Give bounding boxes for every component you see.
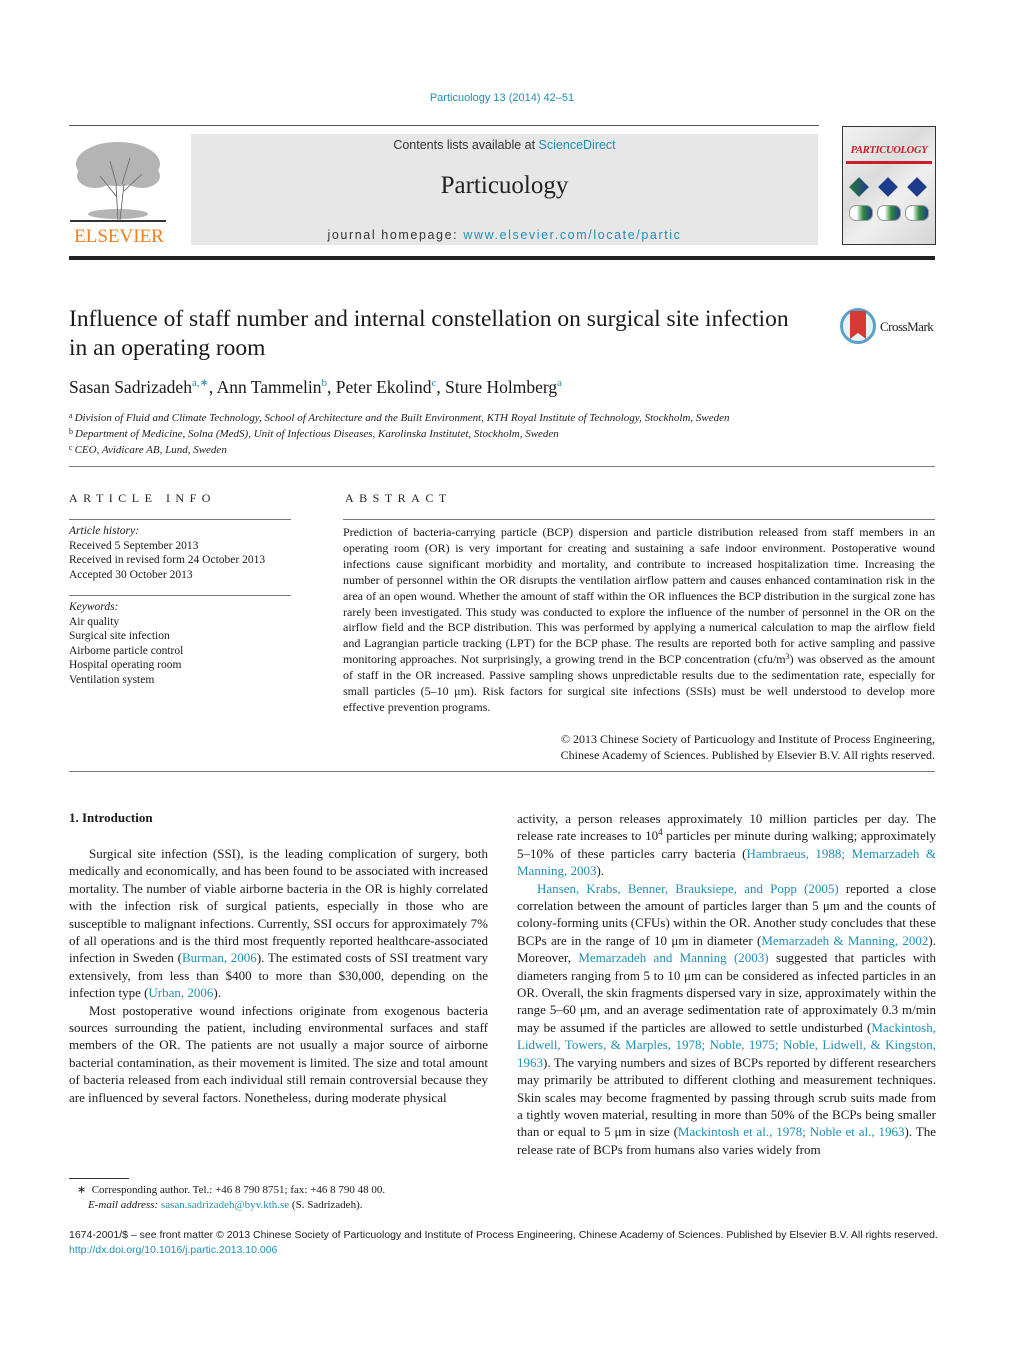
cover-pill-icon <box>849 205 873 221</box>
history-item: Received 5 September 2013 <box>69 539 199 552</box>
cover-chevron-icon <box>849 177 871 193</box>
history-item: Received in revised form 24 October 2013 <box>69 554 266 566</box>
abstract-text: Prediction of bacteria-carrying particle… <box>343 525 935 716</box>
divider <box>69 771 935 772</box>
contents-prefix: Contents lists available at <box>393 138 539 152</box>
paragraph: Surgical site infection (SSI), is the le… <box>69 846 488 1001</box>
keyword-item: Surgical site infection <box>69 630 170 642</box>
divider <box>69 595 291 596</box>
affiliation-key: b <box>69 427 73 436</box>
citation-link[interactable]: Memarzadeh & Manning, 2002 <box>761 933 928 948</box>
cover-red-bar <box>846 161 932 164</box>
keywords-label: Keywords: <box>69 601 119 613</box>
abstract-heading: ABSTRACT <box>345 491 452 505</box>
email-label: E-mail address: <box>88 1199 159 1211</box>
page-footer: 1674-2001/$ – see front matter © 2013 Ch… <box>69 1228 938 1257</box>
cover-chevron-row <box>849 177 929 197</box>
footnote-divider <box>69 1178 129 1179</box>
author-affiliation-marker[interactable]: a,∗ <box>192 377 209 389</box>
author-name[interactable]: Ann Tammelin <box>217 377 322 397</box>
citation-link[interactable]: Urban, 2006 <box>148 985 213 1000</box>
paragraph: activity, a person releases approximatel… <box>517 811 937 879</box>
elsevier-tree-icon <box>70 142 166 222</box>
corresponding-author-note: Corresponding author. Tel.: +46 8 790 87… <box>91 1184 386 1196</box>
citation-link[interactable]: Mackintosh et al., 1978; Noble et al., 1… <box>678 1124 905 1139</box>
header-divider <box>69 125 819 126</box>
journal-citation[interactable]: Particuology 13 (2014) 42–51 <box>0 92 1004 104</box>
author-list: Sasan Sadrizadeha,∗, Ann Tammelinb, Pete… <box>69 377 563 397</box>
elsevier-logo[interactable]: ELSEVIER <box>68 134 170 247</box>
journal-cover-thumbnail[interactable]: PARTICUOLOGY <box>842 126 936 245</box>
doi-link[interactable]: http://dx.doi.org/10.1016/j.partic.2013.… <box>69 1243 938 1258</box>
email-link[interactable]: sasan.sadrizadeh@byv.kth.se <box>161 1199 289 1211</box>
author-name[interactable]: Sasan Sadrizadeh <box>69 377 192 397</box>
article-info-heading: ARTICLE INFO <box>69 491 216 505</box>
author-affiliation-marker[interactable]: c <box>432 377 437 389</box>
keywords: Keywords: Air quality Surgical site infe… <box>69 600 183 687</box>
citation-link[interactable]: Burman, 2006 <box>182 950 257 965</box>
journal-homepage-link[interactable]: www.elsevier.com/locate/partic <box>463 228 681 242</box>
paragraph: Most postoperative wound infections orig… <box>69 1002 488 1105</box>
cover-pill-icon <box>877 205 901 221</box>
article-history: Article history: Received 5 September 20… <box>69 524 265 582</box>
author-name[interactable]: Sture Holmberg <box>445 377 557 397</box>
cover-pill-icon <box>905 205 929 221</box>
abstract-copyright: © 2013 Chinese Society of Particuology a… <box>560 732 935 762</box>
body-column-left: Surgical site infection (SSI), is the le… <box>69 845 488 1106</box>
divider <box>69 519 291 520</box>
affiliation-item: c CEO, Avidicare AB, Lund, Sweden <box>69 441 730 457</box>
cover-pill-row <box>849 205 929 225</box>
crossmark-badge[interactable]: CrossMark <box>840 308 940 348</box>
masthead-thick-divider <box>69 256 935 260</box>
keyword-item: Air quality <box>69 615 120 628</box>
affiliation-text: Department of Medicine, Solna (MedS), Un… <box>75 428 559 440</box>
affiliation-text: Division of Fluid and Climate Technology… <box>74 412 730 424</box>
affiliations: a Division of Fluid and Climate Technolog… <box>69 409 730 457</box>
email-suffix: (S. Sadrizadeh). <box>289 1199 363 1211</box>
author-affiliation-marker[interactable]: a <box>557 377 562 389</box>
affiliation-key: c <box>69 443 73 452</box>
keyword-item: Airborne particle control <box>69 644 184 657</box>
affiliation-item: b Department of Medicine, Solna (MedS), U… <box>69 425 730 441</box>
divider <box>343 519 935 520</box>
footnote: ∗ Corresponding author. Tel.: +46 8 790 … <box>77 1183 385 1213</box>
affiliation-text: CEO, Avidicare AB, Lund, Sweden <box>74 444 227 456</box>
history-item: Accepted 30 October 2013 <box>69 568 193 581</box>
cover-chevron-icon <box>907 177 929 193</box>
journal-name: Particuology <box>440 172 569 199</box>
article-title: Influence of staff number and internal c… <box>69 306 789 361</box>
journal-masthead: Contents lists available at ScienceDirec… <box>191 134 818 245</box>
history-label: Article history: <box>69 525 139 537</box>
citation-link[interactable]: Memarzadeh and Manning (2003) <box>578 950 768 965</box>
author-affiliation-marker[interactable]: b <box>322 377 328 389</box>
issn-line: 1674-2001/$ – see front matter © 2013 Ch… <box>69 1229 938 1241</box>
keyword-item: Ventilation system <box>69 673 155 686</box>
divider <box>69 466 935 467</box>
cover-title: PARTICUOLOGY <box>850 145 928 156</box>
crossmark-label: CrossMark <box>880 319 934 334</box>
affiliation-item: a Division of Fluid and Climate Technolog… <box>69 409 730 425</box>
body-column-right: activity, a person releases approximatel… <box>517 810 936 1158</box>
section-heading-introduction: 1. Introduction <box>69 810 153 825</box>
contents-line: Contents lists available at ScienceDirec… <box>191 138 818 152</box>
cover-chevron-icon <box>878 177 900 193</box>
abstract-text-part: Prediction of bacteria-carrying particle… <box>343 525 935 667</box>
homepage-prefix: journal homepage: <box>327 228 464 242</box>
affiliation-key: a <box>69 411 73 420</box>
footnote-marker: ∗ <box>77 1184 87 1196</box>
keyword-item: Hospital operating room <box>69 659 182 671</box>
paragraph: Hansen, Krabs, Benner, Brauksiepe, and P… <box>517 880 936 1157</box>
citation-link[interactable]: Hansen, Krabs, Benner, Brauksiepe, and P… <box>537 881 839 896</box>
sciencedirect-link[interactable]: ScienceDirect <box>539 138 616 152</box>
homepage-line: journal homepage: www.elsevier.com/locat… <box>191 228 818 242</box>
author-name[interactable]: Peter Ekolind <box>336 377 432 397</box>
elsevier-wordmark: ELSEVIER <box>74 226 164 247</box>
